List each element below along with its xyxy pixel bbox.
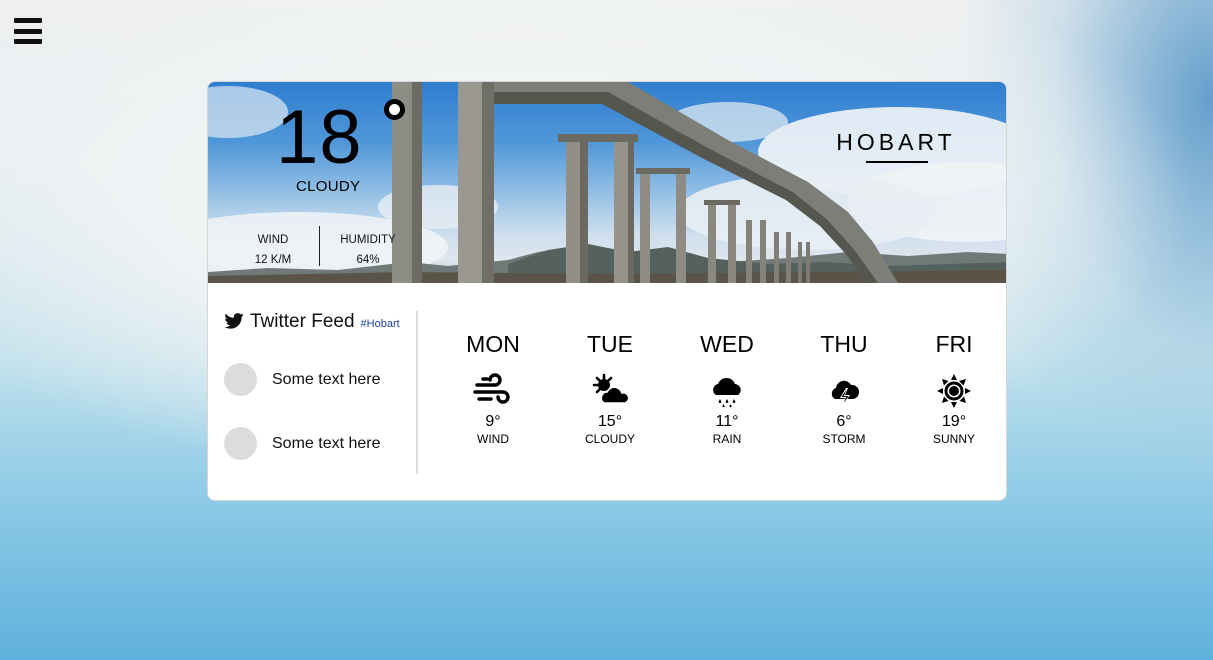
- day-name: THU: [820, 331, 868, 357]
- twitter-title: Twitter Feed: [250, 311, 355, 332]
- forecast-day-tue: TUE 15° CLOUDY: [560, 330, 660, 446]
- tweet-item[interactable]: Some text here: [224, 427, 381, 460]
- menu-bar: [14, 18, 42, 23]
- day-condition: RAIN: [712, 432, 742, 446]
- forecast-day-mon: MON 9° WIND: [443, 330, 543, 446]
- hamburger-menu-icon[interactable]: [14, 18, 42, 44]
- day-name: FRI: [935, 331, 973, 357]
- wind-stat: WIND 12 K/M: [248, 233, 298, 267]
- wind-label: WIND: [257, 234, 289, 246]
- day-name: TUE: [587, 331, 633, 357]
- humidity-value: 64%: [356, 254, 380, 266]
- tweet-item[interactable]: Some text here: [224, 363, 381, 396]
- hero-banner: 18 CLOUDY WIND 12 K/M HUMIDITY 64% HOBAR…: [208, 82, 1006, 283]
- sun-icon: [937, 374, 971, 408]
- menu-bar: [14, 39, 42, 44]
- forecast-day-wed: WED 11° RAIN: [677, 330, 777, 446]
- day-temperature: 9°: [485, 413, 501, 430]
- day-condition: SUNNY: [932, 432, 975, 446]
- day-condition: WIND: [477, 432, 509, 446]
- tweet-text: Some text here: [272, 434, 381, 452]
- stat-divider: [319, 226, 320, 266]
- wind-icon: [473, 373, 510, 404]
- sun-cloud-icon: [592, 373, 630, 404]
- weather-card: 18 CLOUDY WIND 12 K/M HUMIDITY 64% HOBAR…: [207, 81, 1007, 501]
- day-name: WED: [700, 331, 754, 357]
- current-temperature: 18: [276, 95, 363, 180]
- degree-symbol: [384, 99, 405, 120]
- twitter-hashtag[interactable]: #Hobart: [361, 318, 400, 330]
- current-condition: CLOUDY: [296, 178, 361, 195]
- twitter-feed: Twitter Feed #Hobart Some text here Some…: [208, 283, 417, 500]
- wind-value: 12 K/M: [254, 254, 292, 266]
- humidity-stat: HUMIDITY 64%: [336, 233, 400, 267]
- day-condition: STORM: [822, 432, 866, 446]
- avatar: [224, 363, 257, 396]
- twitter-bird-icon: [224, 313, 244, 329]
- storm-icon: [831, 380, 860, 407]
- avatar: [224, 427, 257, 460]
- day-temperature: 19°: [941, 413, 967, 430]
- menu-bar: [14, 28, 42, 34]
- day-temperature: 15°: [597, 413, 623, 430]
- rain-icon: [713, 377, 741, 408]
- day-name: MON: [466, 331, 520, 357]
- city-underline: [866, 161, 928, 163]
- humidity-label: HUMIDITY: [340, 234, 396, 246]
- forecast-day-fri: FRI 19° SUNNY: [904, 330, 1004, 446]
- forecast-strip: MON 9° WIND TUE 15° CLOUDY WED 11° RAIN …: [418, 283, 1006, 500]
- day-temperature: 6°: [836, 413, 852, 430]
- forecast-day-thu: THU 6° STORM: [794, 330, 894, 446]
- tweet-text: Some text here: [272, 370, 381, 388]
- twitter-header: Twitter Feed #Hobart: [224, 311, 400, 333]
- day-temperature: 11°: [715, 413, 739, 430]
- day-condition: CLOUDY: [584, 432, 635, 446]
- city-name: HOBART: [836, 129, 956, 155]
